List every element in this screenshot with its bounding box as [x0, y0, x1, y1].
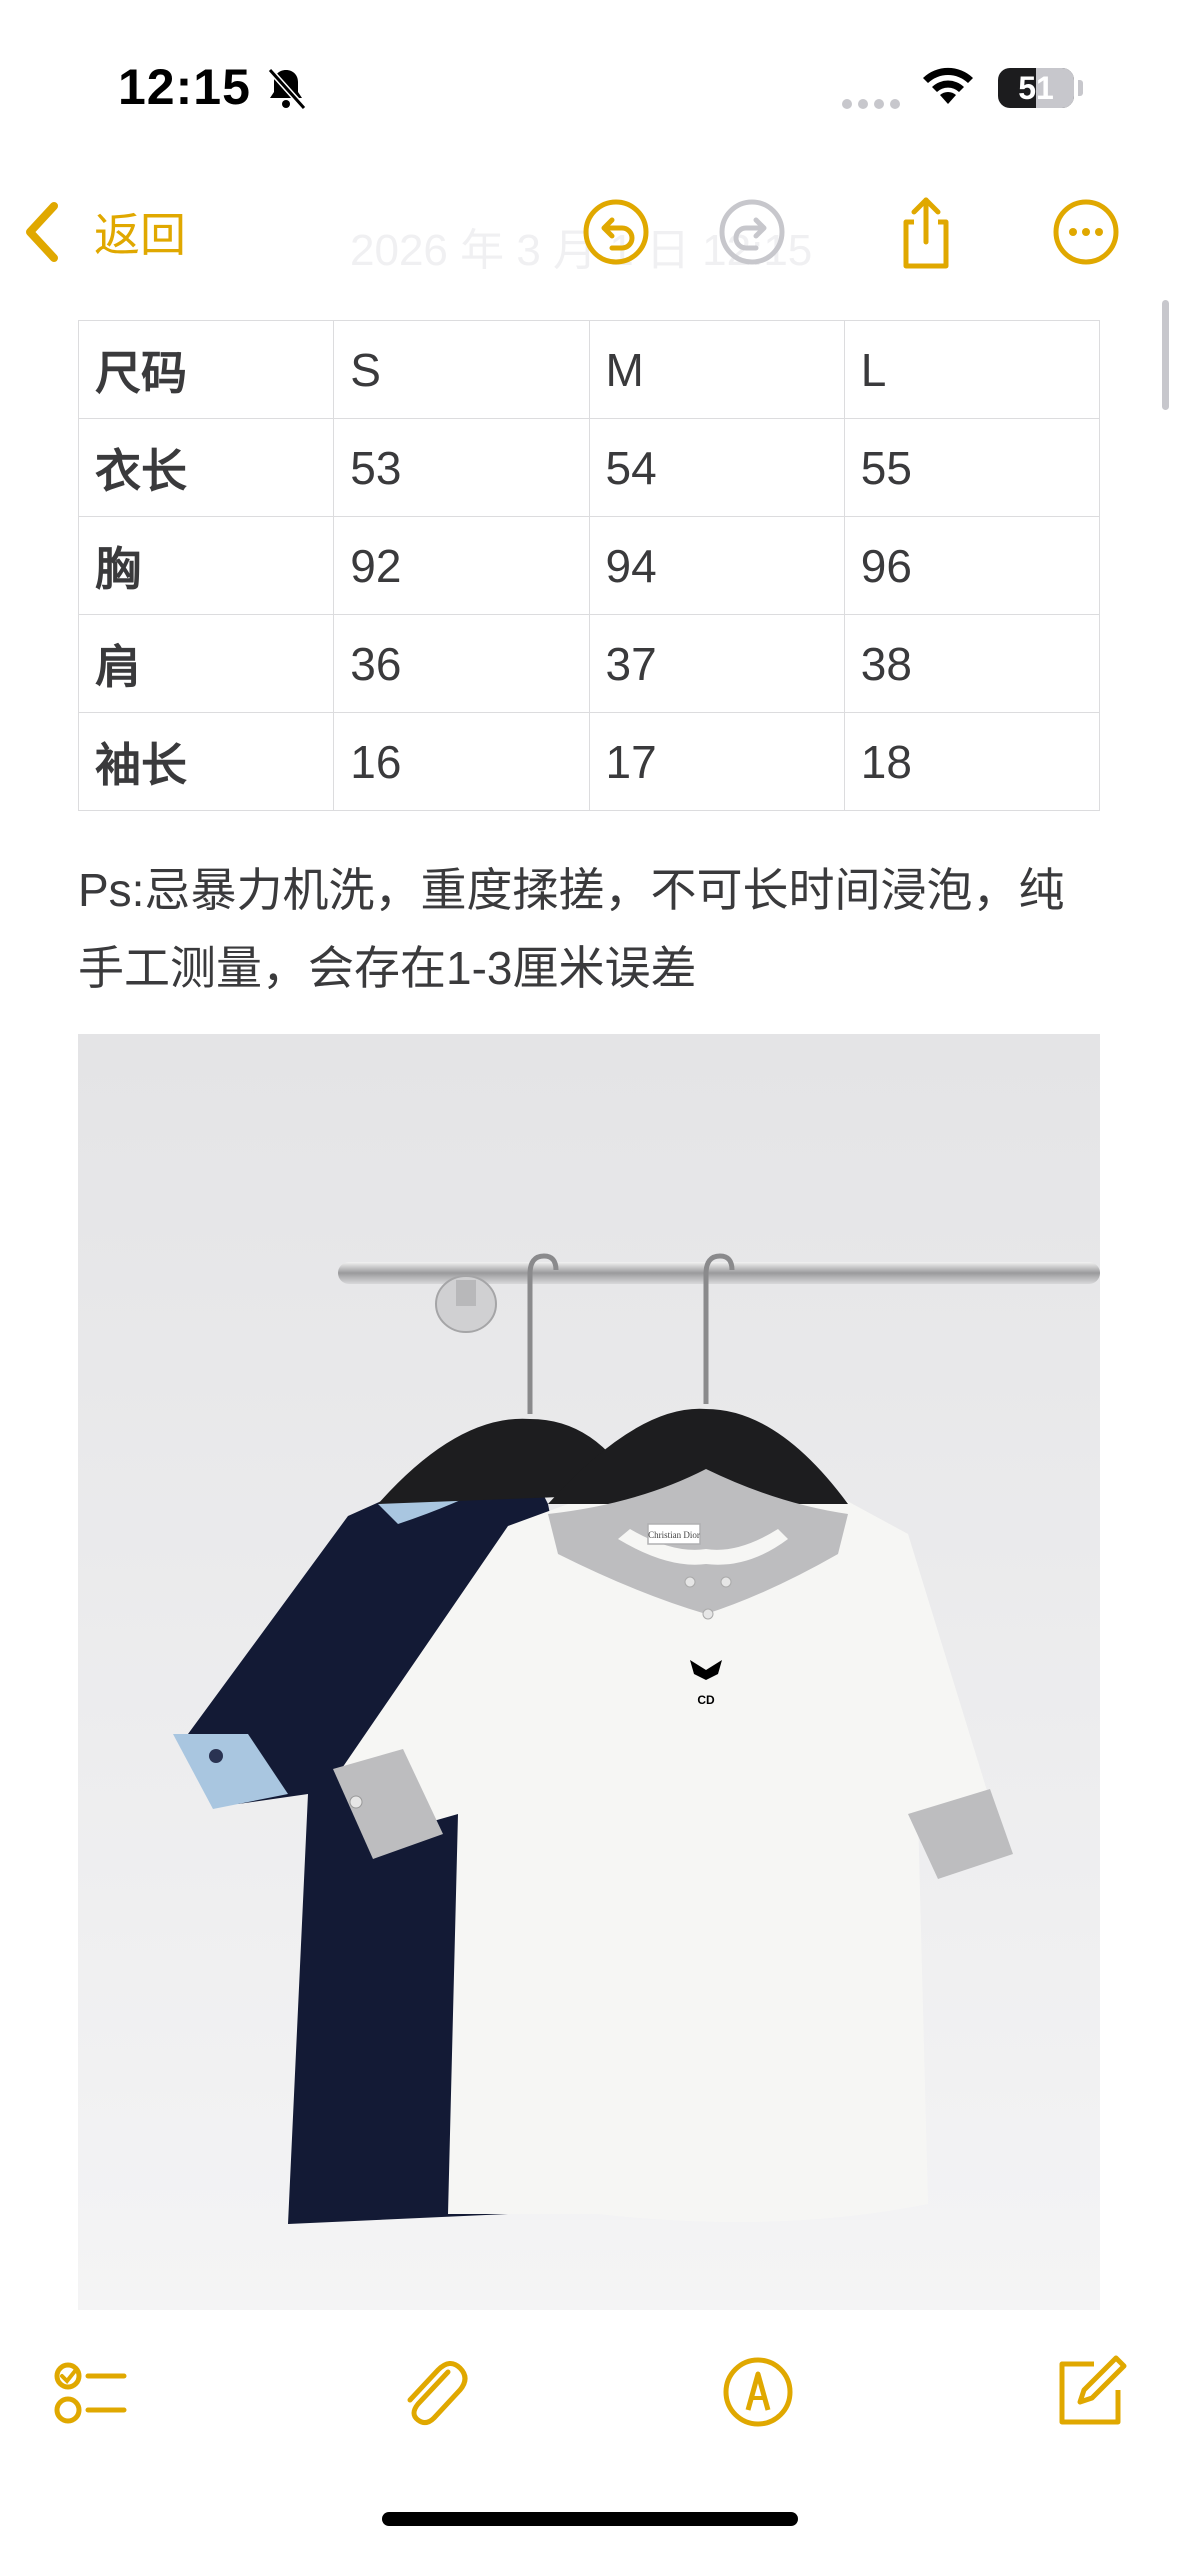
compose-icon[interactable] [1050, 2352, 1130, 2432]
scroll-indicator[interactable] [1162, 300, 1169, 410]
share-icon[interactable] [886, 192, 966, 272]
table-cell: 54 [588, 418, 845, 517]
table-cell: 17 [588, 712, 845, 811]
home-indicator[interactable] [382, 2512, 798, 2526]
checklist-icon[interactable] [50, 2352, 130, 2432]
table-row: 胸 92 94 96 [77, 516, 1101, 615]
bottom-toolbar [0, 2330, 1179, 2470]
battery-level: 51 [1018, 70, 1054, 106]
chevron-left-icon [26, 202, 58, 262]
tshirt-print-text: CD [697, 1693, 715, 1707]
back-button[interactable]: 返回 [22, 192, 186, 272]
undo-icon[interactable] [576, 192, 656, 272]
markup-pen-icon[interactable] [718, 2352, 798, 2432]
nav-bar: 返回 2026 年 3 月 1 日 12:15 [0, 170, 1179, 300]
tshirt-illustration: Christian Dior CD [78, 1034, 1100, 2310]
table-cell: 53 [333, 418, 590, 517]
table-cell: 96 [843, 516, 1101, 615]
battery-icon: 51 [998, 68, 1074, 108]
table-cell: L [843, 320, 1101, 419]
note-body[interactable]: 尺码 S M L 衣长 53 54 55 胸 92 94 96 肩 36 37 [77, 320, 1101, 1007]
table-cell: 胸 [77, 516, 335, 615]
table-cell: 袖长 [77, 712, 335, 811]
table-cell: 18 [843, 712, 1101, 811]
table-cell: 38 [843, 614, 1101, 713]
back-label: 返回 [94, 209, 186, 261]
product-photo[interactable]: Christian Dior CD [78, 1034, 1100, 2310]
table-cell: 94 [588, 516, 845, 615]
table-row: 衣长 53 54 55 [77, 418, 1101, 517]
table-cell: 92 [333, 516, 590, 615]
signal-dots-icon [842, 96, 906, 114]
table-cell: M [588, 320, 845, 419]
label-brand-text: Christian Dior [648, 1530, 700, 1540]
table-row: 袖长 16 17 18 [77, 712, 1101, 811]
more-icon[interactable] [1046, 192, 1126, 272]
care-note-text: Ps:忌暴力机洗，重度揉搓，不可长时间浸泡，纯手工测量，会存在1-3厘米误差 [78, 864, 1065, 994]
status-bar: 12:15 51 [0, 0, 1179, 170]
table-cell: S [333, 320, 590, 419]
table-cell: 16 [333, 712, 590, 811]
paperclip-icon[interactable] [390, 2352, 470, 2432]
redo-icon[interactable] [712, 192, 792, 272]
table-cell: 37 [588, 614, 845, 713]
size-table: 尺码 S M L 衣长 53 54 55 胸 92 94 96 肩 36 37 [77, 320, 1101, 811]
table-cell: 36 [333, 614, 590, 713]
table-cell: 55 [843, 418, 1101, 517]
battery-cap [1078, 80, 1083, 96]
table-cell: 衣长 [77, 418, 335, 517]
table-cell: 肩 [77, 614, 335, 713]
wifi-icon [923, 67, 973, 104]
table-cell: 尺码 [77, 320, 335, 419]
table-row: 肩 36 37 38 [77, 614, 1101, 713]
status-time: 12:15 [118, 59, 251, 115]
table-row: 尺码 S M L [77, 320, 1101, 419]
bell-slash-icon [267, 67, 307, 111]
